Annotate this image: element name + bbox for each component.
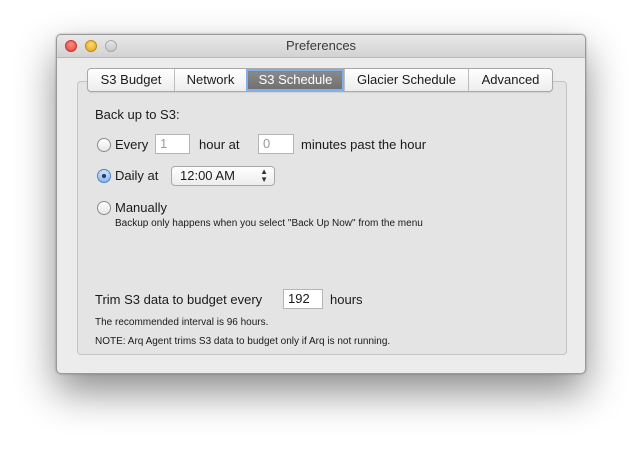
every-minutes-field[interactable]: 0 — [258, 134, 294, 154]
tab-s3-budget[interactable]: S3 Budget — [88, 69, 174, 91]
manually-label[interactable]: Manually — [115, 200, 167, 215]
up-down-arrows-icon: ▲ ▼ — [260, 167, 268, 184]
trim-note-text: NOTE: Arq Agent trims S3 data to budget … — [95, 336, 391, 347]
hour-at-label: hour at — [199, 137, 240, 152]
trim-label: Trim S3 data to budget every — [95, 292, 263, 307]
tab-s3-schedule[interactable]: S3 Schedule — [246, 69, 344, 91]
daily-time-popup[interactable]: 12:00 AM ▲ ▼ — [171, 166, 275, 186]
trim-hours-label: hours — [330, 292, 363, 307]
radio-every[interactable] — [97, 138, 111, 152]
trim-hours-field[interactable]: 192 — [283, 289, 323, 309]
tab-advanced[interactable]: Advanced — [468, 69, 552, 91]
manually-note: Backup only happens when you select "Bac… — [115, 218, 423, 229]
every-label[interactable]: Every — [115, 137, 148, 152]
backup-heading: Back up to S3: — [95, 107, 180, 122]
minutes-past-label: minutes past the hour — [301, 137, 427, 152]
trim-recommended-text: The recommended interval is 96 hours. — [95, 317, 269, 328]
window-title: Preferences — [285, 38, 357, 53]
radio-manually[interactable] — [97, 201, 111, 215]
tab-network[interactable]: Network — [174, 69, 246, 91]
radio-daily[interactable] — [97, 169, 111, 183]
preferences-tab-bar: S3 Budget Network S3 Schedule Glacier Sc… — [87, 68, 553, 92]
daily-label[interactable]: Daily at — [115, 168, 158, 183]
title-bar[interactable]: Preferences — [57, 35, 585, 58]
every-hours-field[interactable]: 1 — [155, 134, 190, 154]
daily-time-value: 12:00 AM — [180, 168, 235, 183]
tab-glacier-schedule[interactable]: Glacier Schedule — [344, 69, 468, 91]
preferences-window: Preferences S3 Budget Network S3 Schedul… — [56, 34, 586, 374]
